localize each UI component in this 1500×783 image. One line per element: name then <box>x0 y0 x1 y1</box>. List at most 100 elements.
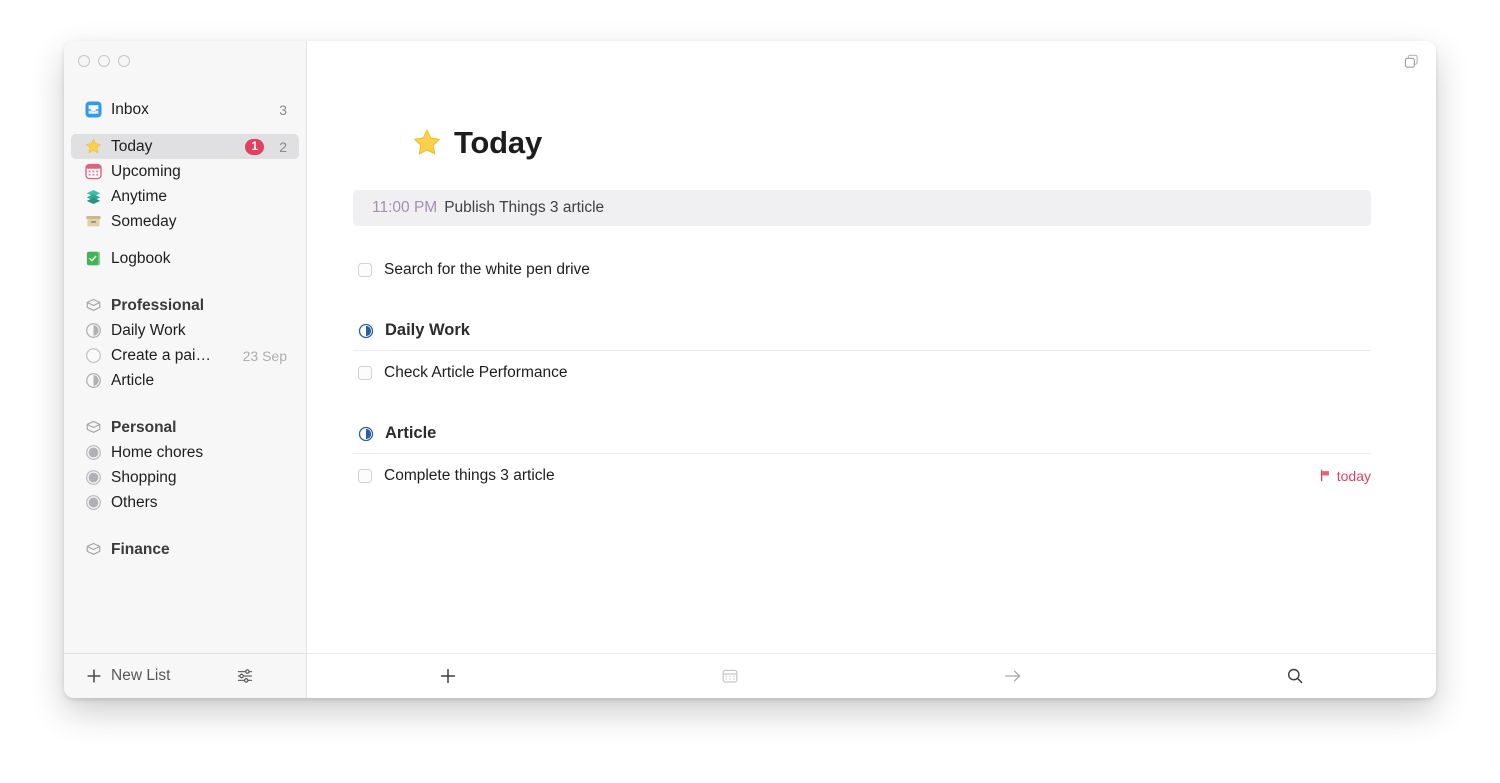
sidebar-item-logbook[interactable]: Logbook <box>71 246 299 271</box>
area-stack-icon <box>85 541 102 558</box>
sliders-icon <box>236 667 254 685</box>
minimize-button[interactable] <box>98 55 110 67</box>
calendar-event-time: 11:00 PM <box>372 199 437 217</box>
sidebar-project-others[interactable]: Others <box>71 490 299 515</box>
sidebar-item-inbox[interactable]: Inbox 3 <box>71 97 299 122</box>
task-checkbox[interactable] <box>358 469 372 483</box>
sidebar-project-label: Create a pai… <box>111 347 226 365</box>
section-title: Daily Work <box>385 321 470 340</box>
sidebar-item-upcoming[interactable]: Upcoming <box>71 159 299 184</box>
section-divider <box>353 453 1371 454</box>
calendar-event-title: Publish Things 3 article <box>444 199 604 217</box>
section-title: Article <box>385 424 436 443</box>
task-row[interactable]: Complete things 3 article today <box>353 462 1371 489</box>
task-row[interactable]: Check Article Performance <box>353 359 1371 386</box>
calendar-icon <box>85 163 102 180</box>
sidebar-project-label: Others <box>111 494 287 512</box>
progress-empty-icon <box>85 347 102 364</box>
sidebar-area-professional[interactable]: Professional <box>71 293 299 318</box>
task-due-label: today <box>1337 468 1371 484</box>
area-stack-icon <box>85 419 102 436</box>
sidebar-spacer <box>64 271 306 293</box>
stacked-windows-icon[interactable] <box>1403 53 1420 70</box>
zoom-button[interactable] <box>118 55 130 67</box>
page-header: Today <box>412 125 1371 161</box>
task-checkbox[interactable] <box>358 366 372 380</box>
sidebar-item-someday[interactable]: Someday <box>71 209 299 234</box>
plus-icon <box>86 668 102 684</box>
plus-icon <box>439 667 457 685</box>
inbox-tray-icon <box>85 101 102 118</box>
new-todo-button[interactable] <box>307 667 589 685</box>
sidebar-area-label: Personal <box>111 419 287 437</box>
sidebar-spacer <box>64 122 306 134</box>
sidebar-area-label: Professional <box>111 297 287 315</box>
page-title: Today <box>454 125 542 161</box>
progress-full-icon <box>85 494 102 511</box>
sidebar-area-label: Finance <box>111 541 287 559</box>
sidebar-project-label: Daily Work <box>111 322 287 340</box>
sidebar-project-label: Shopping <box>111 469 287 487</box>
sidebar-item-label: Today <box>111 138 236 156</box>
progress-full-icon <box>85 469 102 486</box>
sidebar-project-label: Home chores <box>111 444 287 462</box>
traffic-lights <box>64 41 306 81</box>
calendar-icon <box>721 667 739 685</box>
area-stack-icon <box>85 297 102 314</box>
sidebar-item-label: Anytime <box>111 188 287 206</box>
section-header-daily-work[interactable]: Daily Work <box>353 321 1371 340</box>
task-title: Check Article Performance <box>384 364 1371 382</box>
main-toolbar <box>307 653 1436 698</box>
sidebar-spacer <box>64 393 306 415</box>
today-list: Today 11:00 PM Publish Things 3 article … <box>307 81 1436 653</box>
sidebar-item-anytime[interactable]: Anytime <box>71 184 299 209</box>
progress-half-icon <box>85 322 102 339</box>
settings-button[interactable] <box>236 667 254 685</box>
sidebar-spacer <box>64 234 306 246</box>
new-list-label: New List <box>111 667 170 685</box>
sidebar-project-article[interactable]: Article <box>71 368 299 393</box>
search-button[interactable] <box>1154 667 1436 685</box>
arrow-right-icon <box>1003 667 1023 685</box>
move-button[interactable] <box>872 667 1154 685</box>
task-title: Search for the white pen drive <box>384 261 1371 279</box>
layers-icon <box>85 188 102 205</box>
progress-half-icon <box>358 323 374 339</box>
task-title: Complete things 3 article <box>384 467 1319 485</box>
section-header-article[interactable]: Article <box>353 424 1371 443</box>
sidebar-project-create-a-pain[interactable]: Create a pai… 23 Sep <box>71 343 299 368</box>
star-icon <box>85 138 102 155</box>
sidebar-item-label: Inbox <box>111 101 264 119</box>
task-checkbox[interactable] <box>358 263 372 277</box>
sidebar-item-label: Someday <box>111 213 287 231</box>
sidebar-area-finance[interactable]: Finance <box>71 537 299 562</box>
close-button[interactable] <box>78 55 90 67</box>
sidebar-spacer <box>64 515 306 537</box>
progress-half-icon <box>358 426 374 442</box>
sidebar-project-shopping[interactable]: Shopping <box>71 465 299 490</box>
star-icon <box>412 128 442 158</box>
flag-icon <box>1319 469 1332 482</box>
sidebar-footer: New List <box>64 653 306 698</box>
section-divider <box>353 350 1371 351</box>
sidebar-project-home-chores[interactable]: Home chores <box>71 440 299 465</box>
main-titlebar <box>307 41 1436 81</box>
sidebar-area-personal[interactable]: Personal <box>71 415 299 440</box>
when-button[interactable] <box>589 667 871 685</box>
sidebar-item-today[interactable]: Today 1 2 <box>71 134 299 159</box>
sidebar-project-daily-work[interactable]: Daily Work <box>71 318 299 343</box>
new-list-button[interactable]: New List <box>86 667 170 685</box>
status-badge: 1 <box>245 139 264 155</box>
sidebar-item-count: 3 <box>279 102 287 118</box>
sidebar-item-label: Logbook <box>111 250 287 268</box>
progress-full-icon <box>85 444 102 461</box>
calendar-event-row[interactable]: 11:00 PM Publish Things 3 article <box>353 190 1371 226</box>
sidebar-project-date: 23 Sep <box>243 348 287 364</box>
magnifier-icon <box>1286 667 1304 685</box>
progress-half-icon <box>85 372 102 389</box>
main-content: Today 11:00 PM Publish Things 3 article … <box>307 41 1436 698</box>
archive-box-icon <box>85 213 102 230</box>
window-body: Inbox 3 Today 1 2 <box>64 41 1436 698</box>
sidebar-item-label: Upcoming <box>111 163 287 181</box>
task-row[interactable]: Search for the white pen drive <box>353 256 1371 283</box>
